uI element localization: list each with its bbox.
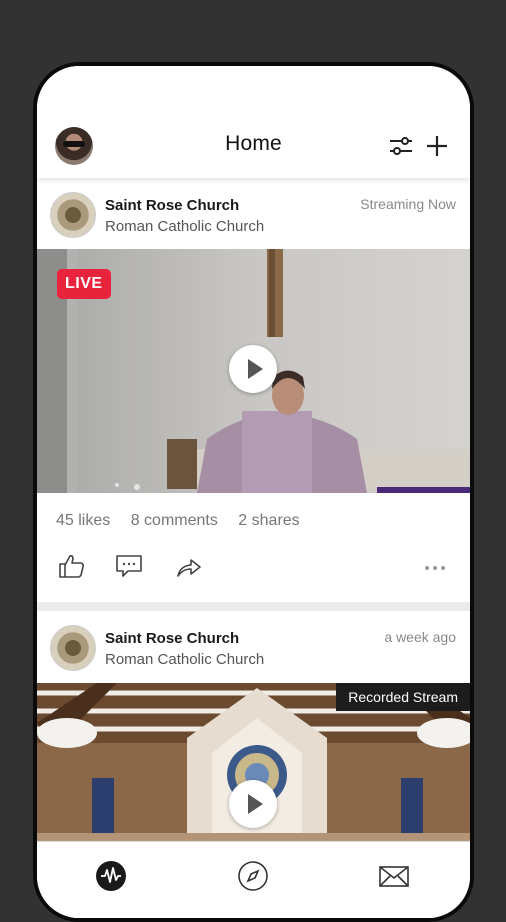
app-header: Home: [37, 66, 470, 178]
play-button[interactable]: [229, 345, 277, 393]
live-video[interactable]: LIVE: [37, 249, 470, 493]
like-icon[interactable]: [57, 552, 87, 580]
engagement-stats: 45 likes 8 comments 2 shares: [56, 512, 316, 530]
post-author[interactable]: Saint Rose Church: [105, 197, 239, 214]
church-avatar[interactable]: [50, 625, 96, 671]
post-status: Streaming Now: [360, 196, 456, 212]
bottom-navigation: [37, 841, 470, 918]
compass-icon[interactable]: [237, 860, 269, 892]
more-icon[interactable]: [420, 554, 450, 582]
mail-icon[interactable]: [378, 860, 410, 892]
filter-sliders-icon[interactable]: [387, 132, 415, 160]
recorded-stream-label: Recorded Stream: [336, 683, 470, 711]
post-card: Saint Rose Church Roman Catholic Church …: [37, 178, 470, 602]
shares-count[interactable]: 2 shares: [238, 512, 299, 529]
play-button[interactable]: [229, 780, 277, 828]
post-subtitle: Roman Catholic Church: [105, 218, 265, 235]
post-author[interactable]: Saint Rose Church: [105, 630, 239, 647]
share-icon[interactable]: [174, 554, 204, 582]
plus-icon[interactable]: [423, 132, 451, 160]
likes-count[interactable]: 45 likes: [56, 512, 110, 529]
post-time: a week ago: [384, 629, 456, 645]
recorded-video[interactable]: Recorded Stream: [37, 683, 470, 863]
post-subtitle: Roman Catholic Church: [105, 651, 265, 668]
phone-frame: Home Saint Rose Church Roman Catholic Ch…: [33, 62, 474, 922]
comment-icon[interactable]: [114, 552, 144, 580]
feed-icon[interactable]: [95, 860, 127, 892]
comments-count[interactable]: 8 comments: [131, 512, 218, 529]
church-avatar[interactable]: [50, 192, 96, 238]
live-badge: LIVE: [57, 269, 111, 299]
